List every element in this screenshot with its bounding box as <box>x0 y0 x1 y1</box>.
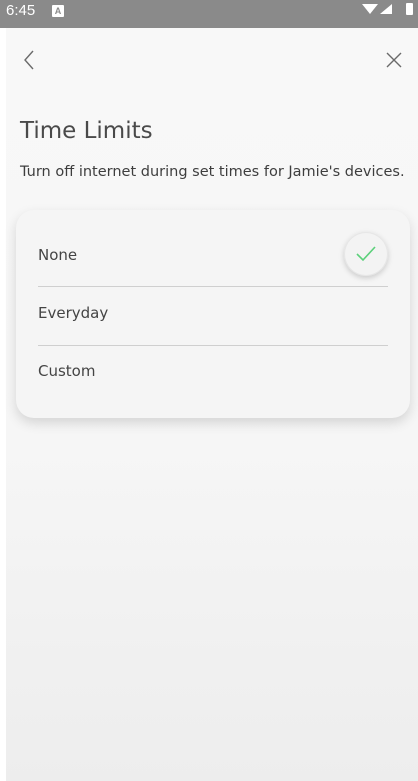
signal-icon <box>380 4 392 14</box>
option-none[interactable]: None <box>38 226 388 284</box>
wifi-icon <box>362 4 378 14</box>
option-none-label: None <box>38 246 78 264</box>
battery-icon <box>406 3 413 15</box>
wifi-signal-battery-icons <box>362 3 413 15</box>
device-screen: 6:45 Time Limits Turn off internet durin… <box>0 0 418 781</box>
back-button[interactable] <box>16 46 44 74</box>
status-time: 6:45 <box>6 2 36 19</box>
option-custom[interactable]: Custom <box>38 342 388 400</box>
close-icon <box>386 52 402 68</box>
status-icons <box>360 0 416 20</box>
close-button[interactable] <box>380 46 408 74</box>
option-everyday-label: Everyday <box>38 304 109 322</box>
chevron-left-icon <box>24 50 34 70</box>
option-everyday[interactable]: Everyday <box>38 284 388 342</box>
a-notification-icon <box>52 5 64 17</box>
check-icon <box>356 246 376 262</box>
option-custom-label: Custom <box>38 362 96 380</box>
selected-check-badge <box>344 232 388 276</box>
page-title: Time Limits <box>20 118 153 144</box>
time-limit-options-card: None Everyday Custom <box>16 210 410 418</box>
time-limits-screen: Time Limits Turn off internet during set… <box>6 28 418 781</box>
status-bar: 6:45 <box>0 0 418 28</box>
page-subtitle: Turn off internet during set times for J… <box>20 164 405 180</box>
